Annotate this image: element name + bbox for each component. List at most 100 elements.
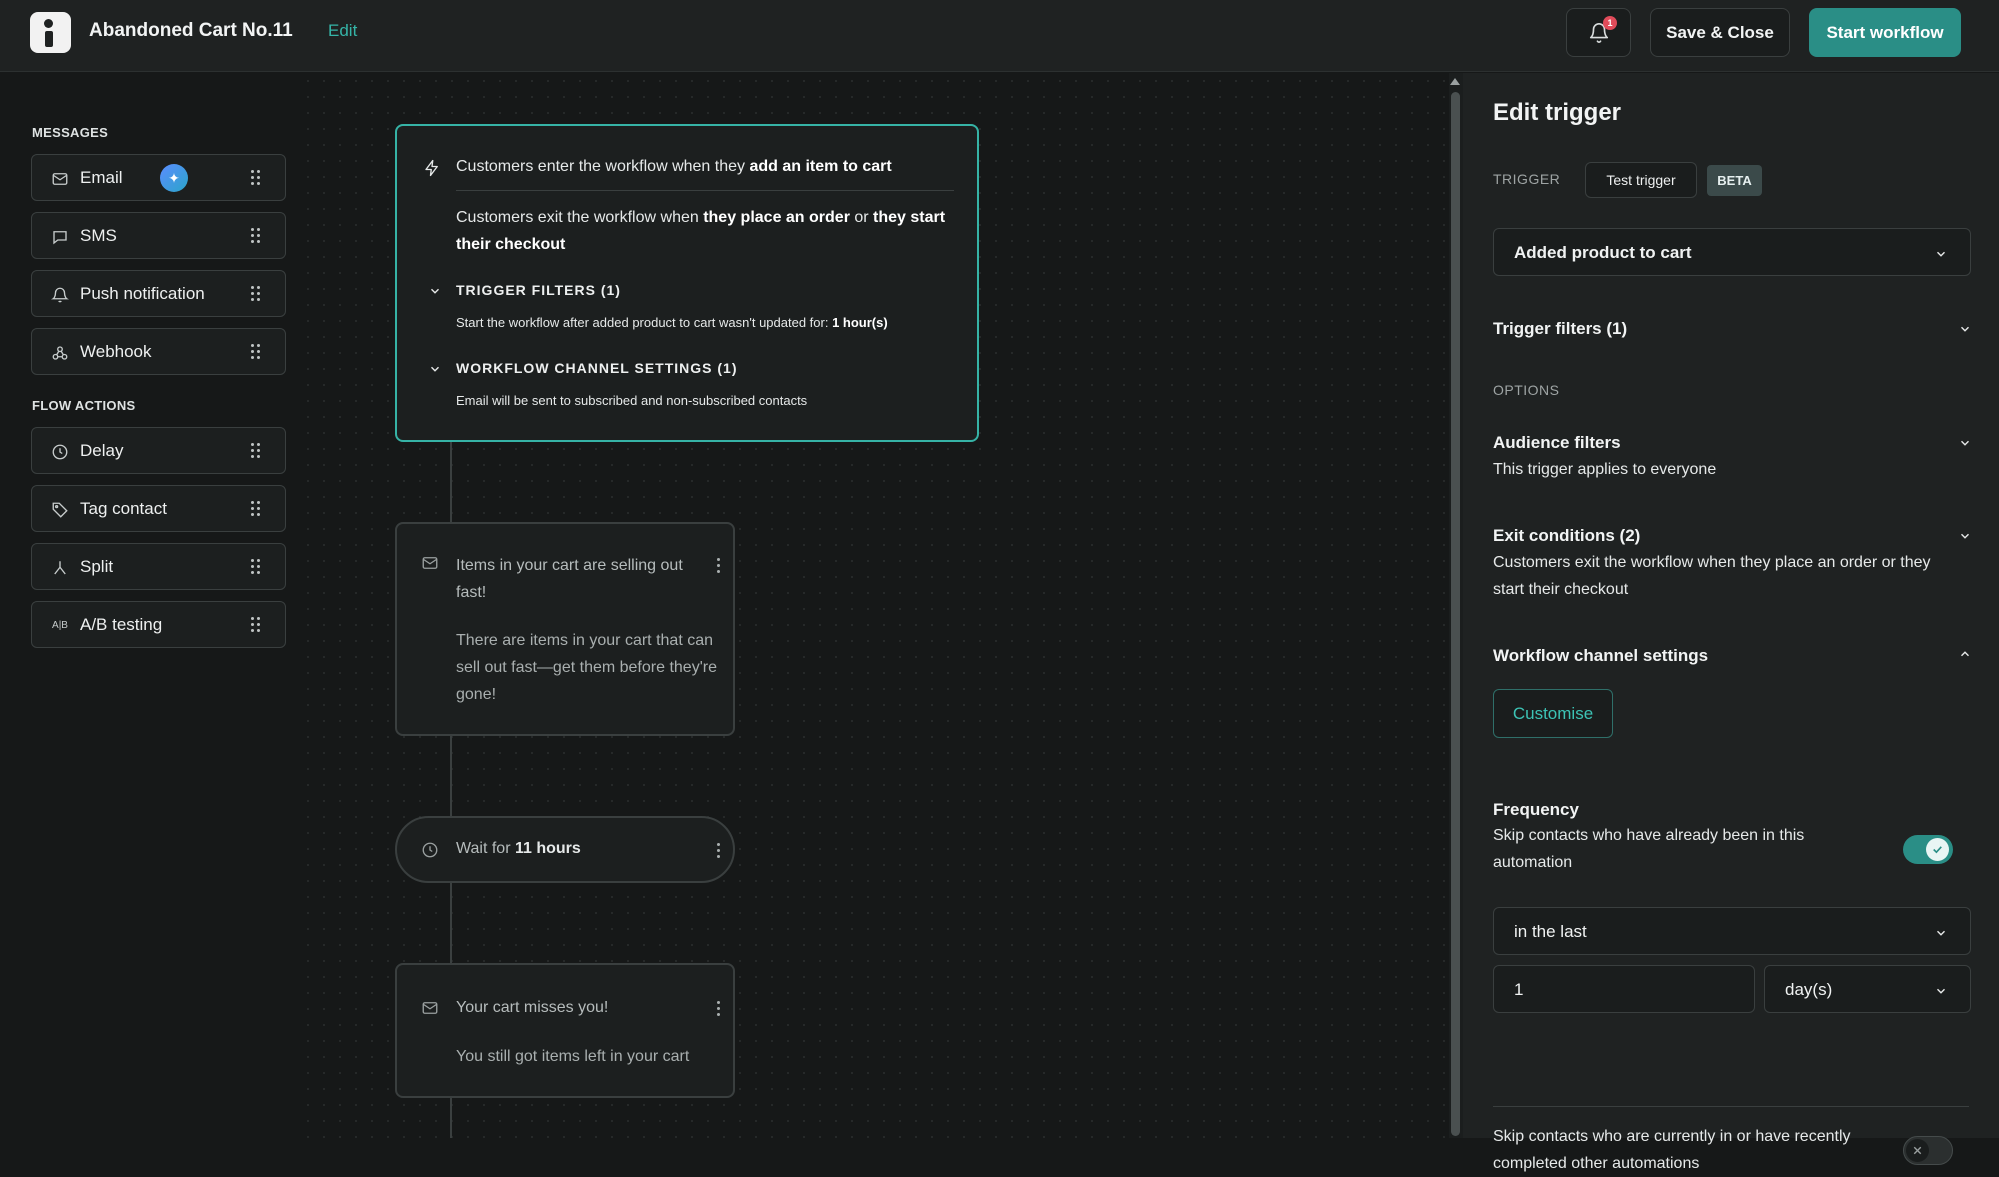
chevron-down-icon[interactable] [428,362,442,376]
delay-node[interactable]: Wait for 11 hours [395,816,735,883]
period-select[interactable]: in the last [1493,907,1971,955]
beta-badge: BETA [1707,165,1762,196]
palette-item-label: Webhook [80,342,152,361]
trigger-type-select[interactable]: Added product to cart [1493,228,1971,276]
email-preview: You still got items left in your cart [456,1048,690,1065]
email-node[interactable]: Items in your cart are selling out fast!… [395,522,735,736]
clock-icon [422,842,438,858]
toggle-knob [1906,1139,1929,1162]
palette-item-delay[interactable]: Delay [31,427,286,474]
chevron-down-icon[interactable] [1958,322,1972,336]
panel-title: Edit trigger [1493,99,1622,126]
palette-item-sms[interactable]: SMS [31,212,286,259]
connector-line [450,442,452,522]
customise-button[interactable]: Customise [1493,689,1613,738]
palette-item-label: Email [80,168,123,187]
canvas-scrollbar-thumb[interactable] [1451,92,1460,1136]
scroll-up-arrow-icon[interactable] [1450,78,1460,85]
drag-handle-icon[interactable] [251,344,261,360]
clock-icon [52,444,68,460]
divider [456,190,954,191]
palette-item-label: Tag contact [80,499,167,518]
divider [1493,1106,1969,1107]
messages-heading: MESSAGES [32,125,109,140]
chevron-down-icon[interactable] [1958,529,1972,543]
drag-handle-icon[interactable] [251,559,261,575]
drag-handle-icon[interactable] [251,443,261,459]
tag-icon [52,502,68,518]
frequency-heading: Frequency [1493,800,1579,819]
chevron-down-icon [1937,251,1945,257]
app-logo[interactable] [30,12,71,53]
skip-other-toggle[interactable] [1903,1136,1953,1165]
palette-item-ab-testing[interactable]: A|B A/B testing [31,601,286,648]
ab-icon: A|B [52,620,68,631]
frequency-text: Skip contacts who have already been in t… [1493,827,1805,871]
chevron-down-icon[interactable] [1958,436,1972,450]
trigger-filters-heading[interactable]: TRIGGER FILTERS (1) [456,282,621,298]
email-preview: There are items in your cart that can se… [456,632,717,703]
palette-item-email[interactable]: Email ✦ [31,154,286,201]
email-node[interactable]: Your cart misses you! You still got item… [395,963,735,1098]
chevron-down-icon[interactable] [428,284,442,298]
trigger-filters-text: Start the workflow after added product t… [456,315,888,330]
palette-item-label: Split [80,557,114,576]
workflow-title: Abandoned Cart No.11 [89,20,293,41]
trigger-enter-text: Customers enter the workflow when they a… [456,158,892,175]
edit-title-link[interactable]: Edit [328,21,357,41]
drag-handle-icon[interactable] [251,617,261,633]
toggle-knob [1926,838,1949,861]
chevron-up-icon[interactable] [1958,647,1972,661]
more-options-icon[interactable] [717,843,721,859]
delay-text: Wait for 11 hours [456,840,581,857]
more-options-icon[interactable] [717,1001,721,1017]
options-label: OPTIONS [1493,382,1560,398]
start-workflow-button[interactable]: Start workflow [1809,8,1961,57]
split-icon [54,561,66,575]
mail-icon [422,557,438,569]
trigger-type-value: Added product to cart [1514,243,1692,262]
trigger-filters-heading[interactable]: Trigger filters (1) [1493,319,1627,339]
palette-item-split[interactable]: Split [31,543,286,590]
connector-line [450,736,452,816]
drag-handle-icon[interactable] [251,286,261,302]
email-subject: Items in your cart are selling out fast! [456,557,683,601]
palette-item-label: Push notification [80,284,205,303]
trigger-node[interactable]: Customers enter the workflow when they a… [395,124,979,442]
mail-icon [422,1002,438,1014]
drag-handle-icon[interactable] [251,170,261,186]
email-subject: Your cart misses you! [456,999,609,1016]
channel-settings-heading[interactable]: Workflow channel settings [1493,646,1708,666]
bell-icon [51,287,69,303]
palette-item-webhook[interactable]: Webhook [31,328,286,375]
skip-other-text: Skip contacts who are currently in or ha… [1493,1128,1851,1172]
save-close-button[interactable]: Save & Close [1650,8,1790,57]
period-select-value: in the last [1514,922,1587,941]
actions-palette: MESSAGES Email ✦ SMS Push notification W… [0,73,300,1138]
more-options-icon[interactable] [717,558,721,574]
close-icon [1913,1146,1922,1155]
palette-item-tag-contact[interactable]: Tag contact [31,485,286,532]
period-amount-input[interactable]: 1 [1493,965,1755,1013]
palette-item-push-notification[interactable]: Push notification [31,270,286,317]
exit-conditions-heading[interactable]: Exit conditions (2) [1493,526,1640,546]
palette-item-label: SMS [80,226,117,245]
audience-filters-heading[interactable]: Audience filters [1493,433,1621,453]
notifications-button[interactable]: 1 [1566,8,1631,57]
channel-settings-heading[interactable]: WORKFLOW CHANNEL SETTINGS (1) [456,360,738,376]
trigger-exit-text: Customers exit the workflow when they pl… [456,209,946,253]
palette-item-label: Delay [80,441,124,460]
webhook-icon [52,346,68,360]
frequency-toggle[interactable] [1903,835,1953,864]
connector-line [450,883,452,963]
exit-conditions-text: Customers exit the workflow when they pl… [1493,554,1931,598]
ai-sparkle-icon[interactable]: ✦ [160,164,188,192]
period-unit-select[interactable]: day(s) [1764,965,1971,1013]
test-trigger-button[interactable]: Test trigger [1585,162,1697,198]
mail-icon [52,173,68,185]
drag-handle-icon[interactable] [251,501,261,517]
chevron-down-icon [1937,930,1945,936]
notification-badge: 1 [1603,16,1617,30]
top-bar: Abandoned Cart No.11 Edit 1 Save & Close… [0,0,1999,72]
drag-handle-icon[interactable] [251,228,261,244]
